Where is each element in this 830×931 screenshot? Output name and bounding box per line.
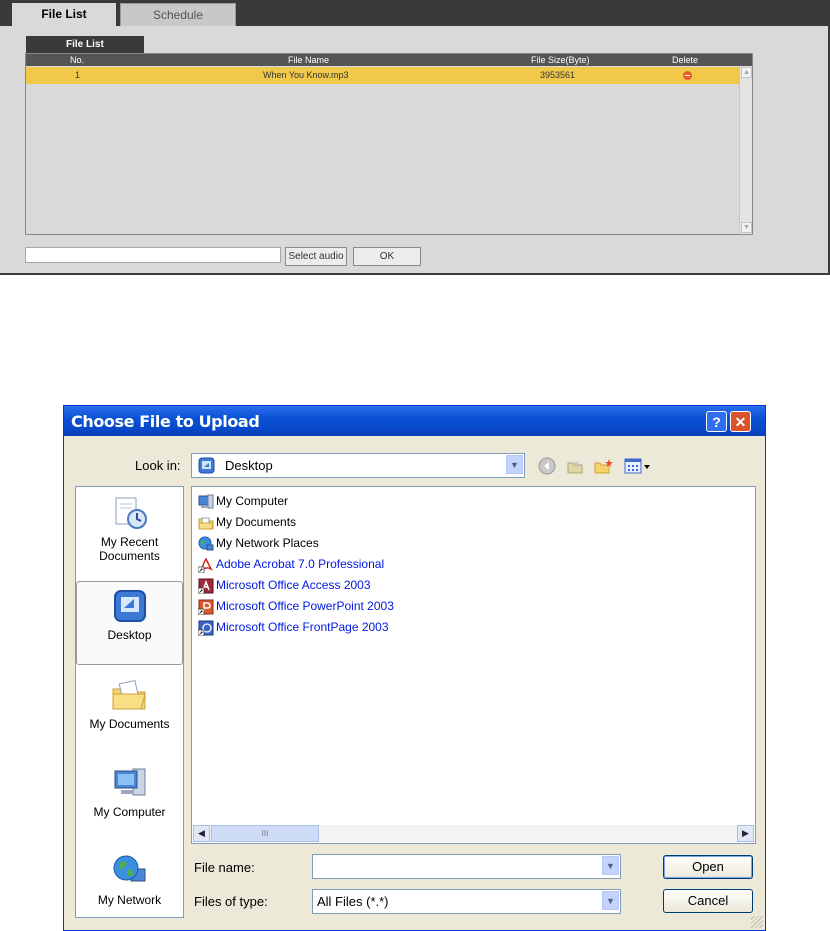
files-of-type-label: Files of type: [194,894,268,909]
powerpoint-shortcut-icon [198,599,214,615]
chevron-down-icon[interactable]: ▼ [602,856,619,875]
my-documents-icon [112,679,146,710]
desktop-icon [113,590,146,622]
frontpage-shortcut-icon [198,620,214,636]
place-desktop[interactable]: Desktop [76,581,183,665]
file-name: Microsoft Office Access 2003 [216,578,371,592]
table-header: No. File Name File Size(Byte) Delete [26,54,752,66]
tab-bar: File List Schedule [0,0,830,26]
file-name: Microsoft Office PowerPoint 2003 [216,599,394,613]
scroll-thumb[interactable]: III [211,825,319,842]
cancel-button[interactable]: Cancel [663,889,753,913]
delete-icon[interactable] [683,71,692,80]
recent-documents-icon [115,497,147,529]
back-icon[interactable] [538,457,556,475]
files-of-type-combo[interactable]: All Files (*.*) ▼ [312,889,621,914]
list-item[interactable]: Adobe Acrobat 7.0 Professional [198,555,384,573]
my-computer-icon [114,768,145,796]
file-name: My Documents [216,515,297,529]
help-button[interactable]: ? [706,411,727,432]
place-my-documents[interactable]: My Documents [76,677,183,731]
chevron-down-icon[interactable]: ▼ [506,455,523,474]
chevron-down-icon[interactable]: ▼ [602,891,619,910]
folder-icon [198,517,214,530]
file-name: My Computer [216,494,289,508]
place-recent-documents[interactable]: My Recent Documents [76,495,183,563]
file-name-label: File name: [194,860,255,875]
subtab-file-list: File List [26,36,144,53]
file-list[interactable]: My Computer My Documents My Network Plac… [191,486,756,844]
place-my-computer[interactable]: My Computer [76,765,183,819]
dialog-title: Choose File to Upload [71,412,260,431]
file-list-panel: File List No. File Name File Size(Byte) … [0,26,828,273]
look-in-combo[interactable]: Desktop ▼ [191,453,525,478]
table-scrollbar[interactable]: ▲ ▼ [739,66,752,234]
place-label-my-network: My Network [97,893,162,907]
place-label-my-computer: My Computer [93,805,166,819]
place-label-desktop: Desktop [107,628,152,642]
scroll-up-arrow-icon[interactable]: ▲ [741,67,752,78]
new-folder-icon[interactable] [594,457,614,475]
desktop-small-icon [198,457,215,474]
file-name: My Network Places [216,536,319,550]
files-of-type-value: All Files (*.*) [317,894,389,909]
look-in-label: Look in: [135,458,181,473]
scroll-left-arrow-icon[interactable]: ◀ [193,825,210,842]
list-item[interactable]: My Network Places [198,534,319,552]
audio-file-manager: File List Schedule File List No. File Na… [0,0,830,275]
close-button[interactable]: ✕ [730,411,751,432]
resize-grip[interactable] [751,916,763,928]
ok-button[interactable]: OK [353,247,421,266]
header-no: No. [70,55,85,65]
place-my-network[interactable]: My Network [76,853,183,907]
list-item[interactable]: Microsoft Office FrontPage 2003 [198,618,389,636]
horizontal-scrollbar[interactable]: ◀ III ▶ [193,825,754,842]
list-item[interactable]: Microsoft Office Access 2003 [198,576,371,594]
file-name-combo[interactable]: ▼ [312,854,621,879]
tab-schedule[interactable]: Schedule [120,3,236,26]
access-shortcut-icon [198,578,214,594]
list-item[interactable]: My Computer [198,492,288,510]
file-name: Adobe Acrobat 7.0 Professional [216,557,385,571]
network-globe-icon [113,855,145,882]
header-file-size: File Size(Byte) [531,55,590,65]
file-table: No. File Name File Size(Byte) Delete 1 W… [25,53,753,235]
choose-file-dialog: Choose File to Upload ? ✕ Look in: Deskt… [63,405,766,931]
header-delete: Delete [672,55,699,65]
header-file-name: File Name [288,55,330,65]
table-row[interactable]: 1 When You Know.mp3 3953561 [26,67,739,84]
list-item[interactable]: My Documents [198,513,296,531]
open-button[interactable]: Open [663,855,753,879]
acrobat-shortcut-icon [198,557,213,573]
view-menu-icon[interactable] [624,457,652,475]
network-icon [198,536,214,551]
select-audio-button[interactable]: Select audio [285,247,347,266]
up-folder-icon[interactable] [566,457,584,475]
look-in-value: Desktop [225,458,273,473]
list-item[interactable]: Microsoft Office PowerPoint 2003 [198,597,394,615]
dialog-titlebar[interactable]: Choose File to Upload ? ✕ [64,406,765,436]
place-label-my-documents: My Documents [89,717,170,731]
place-label-recent: My Recent Documents [99,535,160,563]
cell-no: 1 [75,70,81,80]
cell-file-name: When You Know.mp3 [263,70,349,80]
file-name: Microsoft Office FrontPage 2003 [216,620,389,634]
scroll-right-arrow-icon[interactable]: ▶ [737,825,754,842]
scroll-down-arrow-icon[interactable]: ▼ [741,222,752,233]
cell-file-size: 3953561 [540,70,576,80]
audio-path-input[interactable] [25,247,281,263]
computer-icon [198,494,214,509]
places-bar: My Recent Documents Desktop My Documents [75,486,184,918]
tab-file-list[interactable]: File List [12,3,116,26]
